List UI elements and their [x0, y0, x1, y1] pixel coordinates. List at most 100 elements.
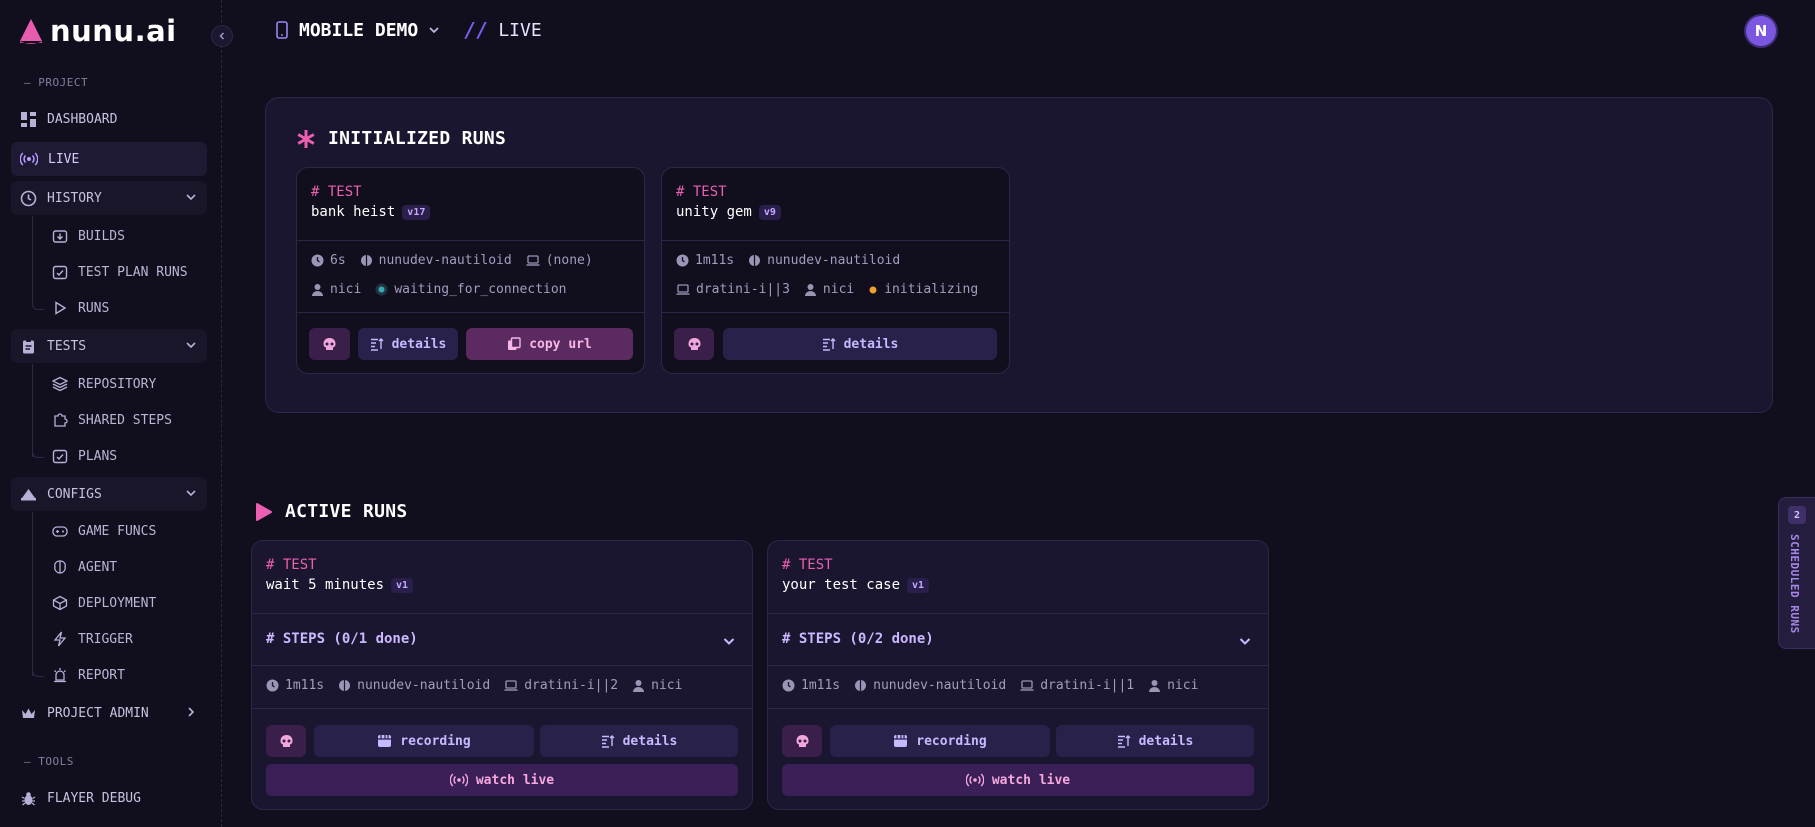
run-meta: nici waiting_for_connection [311, 282, 567, 297]
agent-value: nunudev-nautiloid [357, 678, 491, 693]
agent: nunudev-nautiloid [854, 678, 1006, 693]
kill-run-button[interactable] [266, 725, 306, 757]
clock-icon [311, 254, 324, 267]
status: waiting_for_connection [375, 282, 567, 297]
collapse-sidebar-button[interactable] [211, 25, 233, 47]
run-card[interactable]: # TEST unity gem v9 1m11s nunudev-nautil… [661, 167, 1010, 374]
kill-run-button[interactable] [782, 725, 822, 757]
sidebar-item-label: DEPLOYMENT [78, 595, 157, 611]
sidebar-item-trigger[interactable]: TRIGGER [36, 624, 206, 654]
steps-toggle[interactable]: # STEPS (0/2 done) [782, 631, 934, 647]
sidebar-item-configs[interactable]: CONFIGS [11, 477, 207, 511]
user-value: nici [651, 678, 683, 693]
recording-button[interactable]: recording [830, 725, 1050, 757]
clock-icon [782, 679, 795, 692]
sidebar-item-test-plan-runs[interactable]: TEST PLAN RUNS [36, 257, 206, 287]
divider [662, 312, 1009, 313]
sidebar-item-repository[interactable]: REPOSITORY [36, 369, 206, 399]
details-button[interactable]: details [723, 328, 997, 360]
sidebar-item-plans[interactable]: PLANS [36, 441, 206, 471]
sidebar-item-live[interactable]: LIVE [11, 142, 207, 176]
bug-icon [21, 791, 36, 806]
sidebar-item-report[interactable]: REPORT [36, 660, 206, 690]
test-name-row: bank heist v17 [311, 204, 431, 220]
user-value: nici [330, 282, 362, 297]
chevron-down-icon[interactable] [428, 24, 440, 36]
laptop-icon [526, 255, 540, 266]
sidebar-item-agent[interactable]: AGENT [36, 552, 206, 582]
sidebar-item-label: TESTS [47, 338, 87, 354]
details-button[interactable]: details [358, 328, 458, 360]
divider [297, 240, 644, 241]
details-button[interactable]: details [540, 725, 738, 757]
run-card[interactable]: # TEST bank heist v17 6s nunudev-nautilo… [296, 167, 645, 374]
breadcrumb-separator: // [464, 18, 489, 42]
package-icon [52, 595, 68, 611]
sidebar-item-runs[interactable]: RUNS [36, 293, 206, 323]
skull-icon [323, 337, 336, 350]
user-icon [312, 284, 323, 296]
sidebar-item-shared-steps[interactable]: SHARED STEPS [36, 405, 206, 435]
chevron-down-icon[interactable] [722, 634, 736, 648]
list-details-icon [601, 735, 615, 748]
divider [662, 240, 1009, 241]
duration-value: 1m11s [285, 678, 325, 693]
header-breadcrumb: MOBILE DEMO // LIVE [275, 18, 542, 42]
play-icon [55, 301, 67, 315]
watch-live-button[interactable]: watch live [266, 764, 738, 796]
scheduled-runs-tab[interactable]: 2 SCHEDULED RUNS [1778, 497, 1815, 649]
active-run-card[interactable]: # TEST your test case v1 # STEPS (0/2 do… [767, 540, 1269, 810]
logo-icon [20, 19, 42, 44]
calendar-check-icon [52, 449, 68, 464]
list-details-icon [822, 338, 836, 351]
sidebar-item-label: BUILDS [78, 228, 125, 244]
details-button[interactable]: details [1056, 725, 1254, 757]
sidebar-item-deployment[interactable]: DEPLOYMENT [36, 588, 206, 618]
status-value: waiting_for_connection [394, 282, 567, 297]
sidebar-item-label: DASHBOARD [47, 111, 118, 127]
brain-icon [855, 680, 867, 691]
duration: 1m11s [676, 253, 734, 268]
divider [252, 613, 752, 614]
watch-live-button[interactable]: watch live [782, 764, 1254, 796]
hat-icon [21, 488, 36, 500]
version-badge: v1 [907, 577, 930, 593]
status: initializing [868, 282, 978, 297]
chevron-down-icon[interactable] [1238, 634, 1252, 648]
sidebar-item-project-admin[interactable]: PROJECT ADMIN [11, 696, 207, 730]
user-icon [1149, 680, 1161, 692]
recording-label: recording [400, 733, 471, 749]
kill-run-button[interactable] [309, 328, 350, 360]
section-title-text: INITIALIZED RUNS [328, 128, 507, 149]
sidebar-item-player-debug[interactable]: FLAYER DEBUG [11, 781, 207, 815]
status-value: initializing [884, 282, 979, 297]
sidebar-item-game-funcs[interactable]: GAME FUNCS [36, 516, 206, 546]
version-badge: v9 [758, 204, 781, 220]
avatar[interactable]: N [1746, 16, 1776, 46]
sidebar-item-dashboard[interactable]: DASHBOARD [11, 102, 207, 136]
clock-icon [266, 679, 279, 692]
test-name: your test case [782, 577, 901, 593]
copy-url-button[interactable]: copy url [466, 328, 633, 360]
details-label: details [843, 336, 899, 352]
tree-line [32, 216, 33, 303]
test-name-row: your test case v1 [782, 577, 930, 593]
recording-button[interactable]: recording [314, 725, 534, 757]
agent-value: nunudev-nautiloid [767, 253, 901, 268]
kill-run-button[interactable] [674, 328, 714, 360]
steps-toggle[interactable]: # STEPS (0/1 done) [266, 631, 418, 647]
page-title: LIVE [498, 19, 542, 41]
sidebar-item-tests[interactable]: TESTS [11, 329, 207, 363]
details-label: details [391, 336, 447, 352]
project-selector[interactable]: MOBILE DEMO [299, 20, 418, 41]
sidebar-item-builds[interactable]: BUILDS [36, 221, 206, 251]
dashboard-icon [21, 111, 36, 127]
layers-icon [52, 376, 68, 392]
sidebar-item-history[interactable]: HISTORY [11, 181, 207, 215]
watch-live-label: watch live [991, 772, 1071, 788]
active-run-card[interactable]: # TEST wait 5 minutes v1 # STEPS (0/1 do… [251, 540, 753, 810]
agent-value: nunudev-nautiloid [873, 678, 1007, 693]
logo[interactable]: nunu.ai [18, 14, 177, 48]
run-meta: 1m11s nunudev-nautiloid dratini-i||2 nic… [266, 678, 682, 693]
section-title-active: ACTIVE RUNS [255, 501, 408, 522]
